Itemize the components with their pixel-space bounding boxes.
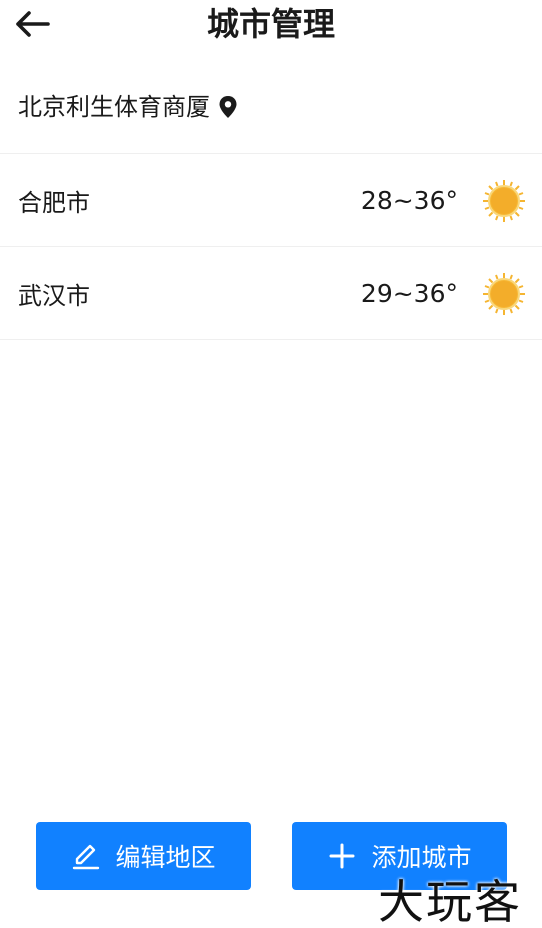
sun-icon xyxy=(483,180,525,222)
sun-icon xyxy=(483,273,525,315)
pencil-icon xyxy=(71,841,101,871)
city-name: 武汉市 xyxy=(18,281,90,310)
city-temperature: 28~36° xyxy=(360,185,458,215)
city-temperature: 29~36° xyxy=(360,278,458,308)
city-row[interactable]: 合肥市 28~36° xyxy=(0,154,542,247)
location-pin-icon xyxy=(218,95,238,119)
edit-region-label: 编辑地区 xyxy=(115,843,216,872)
current-location[interactable]: 北京利生体育商厦 xyxy=(0,72,542,154)
edit-region-button[interactable]: 编辑地区 xyxy=(36,822,251,890)
city-list: 合肥市 28~36° 武汉市 29~36° xyxy=(0,154,542,340)
plus-icon xyxy=(327,841,357,871)
location-name: 北京利生体育商厦 xyxy=(18,92,210,121)
city-name: 合肥市 xyxy=(18,188,90,217)
page-title: 城市管理 xyxy=(206,5,335,43)
city-row[interactable]: 武汉市 29~36° xyxy=(0,247,542,340)
watermark: 大玩客 xyxy=(378,875,522,928)
header: 城市管理 xyxy=(0,0,542,50)
